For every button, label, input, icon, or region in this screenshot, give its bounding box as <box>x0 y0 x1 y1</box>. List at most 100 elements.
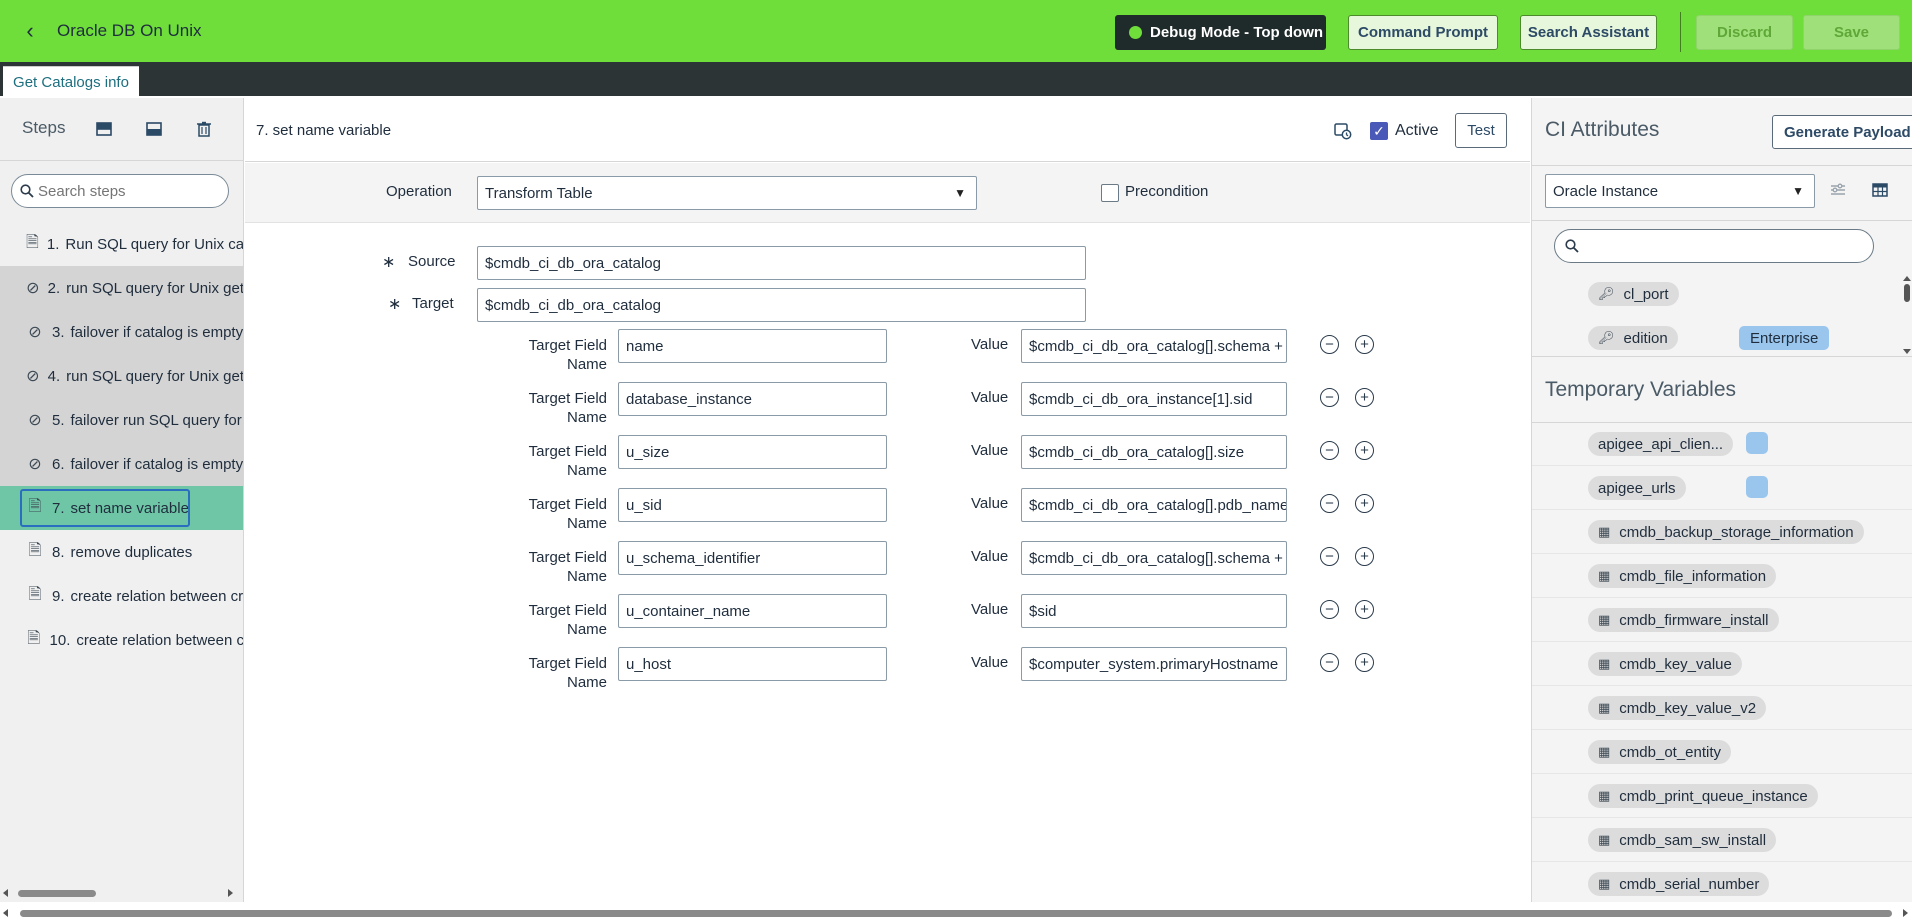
save-button[interactable]: Save <box>1803 15 1900 50</box>
value-input[interactable]: $cmdb_ci_db_ora_catalog[].pdb_name <box>1021 488 1287 522</box>
generate-payload-button[interactable]: Generate Payload <box>1772 115 1912 149</box>
table-variable-chip[interactable]: ▦ cmdb_backup_storage_information <box>1588 520 1864 544</box>
trash-icon[interactable] <box>193 118 215 140</box>
value-input[interactable]: $computer_system.primaryHostname <box>1021 647 1287 681</box>
table-variable-chip[interactable]: ▦ cmdb_print_queue_instance <box>1588 784 1818 808</box>
step-item[interactable]: 🗎 8. remove duplicates <box>0 530 243 574</box>
target-field-name-label: Target Field Name <box>528 549 607 585</box>
step-item[interactable]: 🗎 9. create relation between cr <box>0 574 243 618</box>
source-field[interactable]: $cmdb_ci_db_ora_catalog <box>477 246 1086 280</box>
divider <box>1532 356 1912 357</box>
remove-row-icon[interactable]: − <box>1320 335 1339 354</box>
target-field-name-input[interactable]: u_size <box>618 435 887 469</box>
step-item-selected[interactable]: 🗎 7. set name variable <box>0 486 243 530</box>
value-input[interactable]: $sid <box>1021 594 1287 628</box>
attribute-value-chip[interactable]: Enterprise <box>1739 326 1830 350</box>
add-step-above-icon[interactable] <box>93 118 115 140</box>
table-variable-chip[interactable]: ▦ cmdb_ot_entity <box>1588 740 1732 764</box>
filter-icon[interactable] <box>1827 179 1849 201</box>
remove-row-icon[interactable]: − <box>1320 441 1339 460</box>
table-variable-chip[interactable]: ▦ cmdb_key_value_v2 <box>1588 696 1767 720</box>
target-field-name-input[interactable]: u_host <box>618 647 887 681</box>
table-variable-chip[interactable]: ▦ cmdb_file_information <box>1588 564 1777 588</box>
add-row-icon[interactable]: + <box>1355 653 1374 672</box>
search-assistant-button[interactable]: Search Assistant <box>1520 15 1657 50</box>
variable-row[interactable]: ▦ cmdb_backup_storage_information <box>1532 510 1912 554</box>
active-checkbox[interactable]: ✓ <box>1370 122 1388 140</box>
table-variable-chip[interactable]: ▦ cmdb_serial_number <box>1588 872 1770 896</box>
add-row-icon[interactable]: + <box>1355 600 1374 619</box>
ci-attributes-search[interactable] <box>1554 229 1874 263</box>
step-item[interactable]: ⊘ 4. run SQL query for Unix get <box>0 354 243 398</box>
step-item[interactable]: 🗎 10. create relation between c <box>0 618 243 662</box>
value-input[interactable]: $cmdb_ci_db_ora_instance[1].sid <box>1021 382 1287 416</box>
variable-value-chip[interactable] <box>1746 476 1768 498</box>
value-input[interactable]: $cmdb_ci_db_ora_catalog[].schema + "( <box>1021 329 1287 363</box>
table-view-icon[interactable] <box>1869 179 1891 201</box>
ci-type-select[interactable]: Oracle Instance ▼ <box>1545 174 1815 208</box>
back-arrow-icon[interactable]: ‹ <box>18 18 42 44</box>
target-field-name-input[interactable]: u_sid <box>618 488 887 522</box>
remove-row-icon[interactable]: − <box>1320 600 1339 619</box>
steps-search-input[interactable] <box>38 182 218 200</box>
value-input[interactable]: $cmdb_ci_db_ora_catalog[].size <box>1021 435 1287 469</box>
variable-row[interactable]: ▦ cmdb_ot_entity <box>1532 730 1912 774</box>
add-row-icon[interactable]: + <box>1355 388 1374 407</box>
remove-row-icon[interactable]: − <box>1320 388 1339 407</box>
value-input[interactable]: $cmdb_ci_db_ora_catalog[].schema + "( <box>1021 541 1287 575</box>
variable-row[interactable]: ▦ cmdb_file_information <box>1532 554 1912 598</box>
variable-row[interactable]: ▦ cmdb_firmware_install <box>1532 598 1912 642</box>
page-horizontal-scrollbar[interactable] <box>0 906 1912 920</box>
step-editor: 7. set name variable ✓ Active Test Opera… <box>245 98 1530 902</box>
value-label: Value <box>971 548 1009 565</box>
table-variable-chip[interactable]: ▦ cmdb_key_value <box>1588 652 1742 676</box>
variable-row[interactable]: ▦ cmdb_serial_number <box>1532 862 1912 902</box>
variable-chip[interactable]: apigee_urls <box>1588 476 1686 500</box>
target-field-name-input[interactable]: database_instance <box>618 382 887 416</box>
target-field-name-input[interactable]: name <box>618 329 887 363</box>
history-icon[interactable] <box>1332 120 1354 142</box>
add-row-icon[interactable]: + <box>1355 441 1374 460</box>
target-field-name-input[interactable]: u_schema_identifier <box>618 541 887 575</box>
steps-search[interactable] <box>11 174 229 208</box>
target-field[interactable]: $cmdb_ci_db_ora_catalog <box>477 288 1086 322</box>
table-variable-chip[interactable]: ▦ cmdb_sam_sw_install <box>1588 828 1777 852</box>
variable-chip[interactable]: apigee_api_clien... <box>1588 432 1734 456</box>
target-field-name-input[interactable]: u_container_name <box>618 594 887 628</box>
step-item[interactable]: ⊘ 3. failover if catalog is empty <box>0 310 243 354</box>
variable-value-chip[interactable] <box>1746 432 1768 454</box>
command-prompt-button[interactable]: Command Prompt <box>1348 15 1498 50</box>
variable-row[interactable]: ▦ cmdb_key_value_v2 <box>1532 686 1912 730</box>
document-icon: 🗎 <box>26 233 39 251</box>
remove-row-icon[interactable]: − <box>1320 494 1339 513</box>
add-row-icon[interactable]: + <box>1355 547 1374 566</box>
add-step-below-icon[interactable] <box>143 118 165 140</box>
debug-mode-indicator[interactable]: Debug Mode - Top down <box>1115 15 1326 50</box>
operation-select[interactable]: Transform Table ▼ <box>477 176 977 210</box>
discard-button[interactable]: Discard <box>1696 15 1793 50</box>
tab-get-catalogs-info[interactable]: Get Catalogs info <box>3 66 139 98</box>
document-icon: 🗎 <box>27 629 41 647</box>
remove-row-icon[interactable]: − <box>1320 547 1339 566</box>
attribute-chip[interactable]: 🔑︎ cl_port <box>1588 282 1679 306</box>
step-item[interactable]: ⊘ 6. failover if catalog is empty <box>0 442 243 486</box>
variable-row[interactable]: ▦ cmdb_print_queue_instance <box>1532 774 1912 818</box>
add-row-icon[interactable]: + <box>1355 494 1374 513</box>
search-icon <box>20 184 34 198</box>
test-button[interactable]: Test <box>1455 113 1507 148</box>
step-item[interactable]: 🗎 1. Run SQL query for Unix catalog <box>0 222 243 266</box>
variable-row[interactable]: apigee_api_clien... <box>1532 422 1912 466</box>
table-variable-chip[interactable]: ▦ cmdb_firmware_install <box>1588 608 1779 632</box>
attribute-chip[interactable]: 🔑︎ edition <box>1588 326 1678 350</box>
variable-row[interactable]: ▦ cmdb_sam_sw_install <box>1532 818 1912 862</box>
remove-row-icon[interactable]: − <box>1320 653 1339 672</box>
step-item[interactable]: ⊘ 2. run SQL query for Unix get <box>0 266 243 310</box>
steps-horizontal-scrollbar[interactable] <box>0 886 244 900</box>
precondition-checkbox[interactable] <box>1101 184 1119 202</box>
variable-row[interactable]: apigee_urls <box>1532 466 1912 510</box>
step-item[interactable]: ⊘ 5. failover run SQL query for <box>0 398 243 442</box>
attributes-scrollbar[interactable] <box>1902 274 1912 356</box>
divider <box>1532 220 1912 221</box>
add-row-icon[interactable]: + <box>1355 335 1374 354</box>
variable-row[interactable]: ▦ cmdb_key_value <box>1532 642 1912 686</box>
